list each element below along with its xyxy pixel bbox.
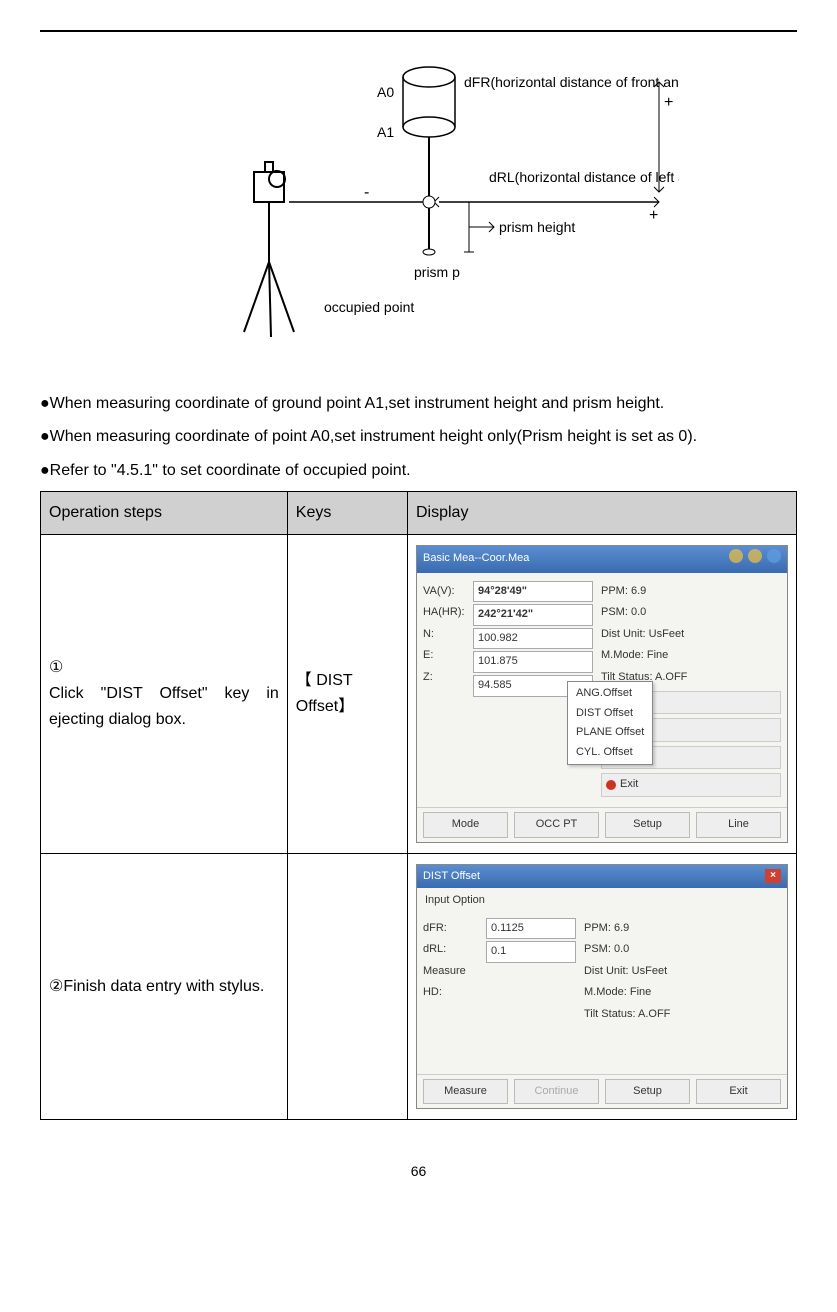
plane-offset-item[interactable]: PLANE Offset: [570, 723, 650, 743]
mode-button[interactable]: Mode: [423, 812, 508, 838]
display-1: Basic Mea--Coor.Mea VA(V): HA(HR): N: E:…: [407, 534, 796, 853]
op-step-1: ① Click "DIST Offset" key in ejecting di…: [41, 534, 288, 853]
screen-dist-offset: DIST Offset × Input Option dFR: dRL: Mea…: [416, 864, 788, 1110]
s2-ts-v: A.OFF: [638, 1008, 670, 1020]
s2-ppm-l: PPM:: [584, 922, 611, 934]
label-prism-height: prism height: [499, 219, 575, 235]
lbl-e: E:: [423, 647, 465, 665]
lbl-n: N:: [423, 626, 465, 644]
val-n: 100.982: [473, 628, 593, 650]
header-display: Display: [407, 492, 796, 535]
top-rule: [40, 30, 797, 32]
operation-table: Operation steps Keys Display ① Click "DI…: [40, 491, 797, 1120]
mm-l: M.Mode:: [601, 649, 644, 661]
display-2: DIST Offset × Input Option dFR: dRL: Mea…: [407, 853, 796, 1120]
lbl-hd: HD:: [423, 984, 478, 1002]
s2-ts-l: Tilt Status:: [584, 1008, 636, 1020]
close-icon[interactable]: ×: [765, 869, 781, 883]
cyl-offset-item[interactable]: CYL. Offset: [570, 743, 650, 763]
exit-button-2[interactable]: Exit: [696, 1079, 781, 1105]
s2-mm-v: Fine: [630, 986, 651, 998]
step-text-1: Click "DIST Offset" key in ejecting dial…: [49, 681, 279, 732]
bullet-1: ●When measuring coordinate of ground poi…: [40, 391, 797, 417]
page-number: 66: [40, 1160, 797, 1182]
bullet-3: ●Refer to "4.5.1" to set coordinate of o…: [40, 458, 797, 484]
s2-du-v: UsFeet: [632, 965, 667, 977]
psm-v: 0.0: [631, 606, 646, 618]
lbl-z: Z:: [423, 669, 465, 687]
val-e: 101.875: [473, 651, 593, 673]
exit-button[interactable]: Exit: [601, 773, 781, 797]
titlebar: Basic Mea--Coor.Mea: [417, 546, 787, 573]
titlebar-2: DIST Offset ×: [417, 865, 787, 889]
ang-offset-item[interactable]: ANG.Offset: [570, 684, 650, 704]
gear-icon[interactable]: [729, 549, 743, 563]
measure-button[interactable]: Measure: [423, 1079, 508, 1105]
offset-popup: ANG.Offset DIST Offset PLANE Offset CYL.…: [567, 681, 653, 765]
label-dfr: dFR(horizontal distance of front and bac…: [464, 74, 679, 90]
label-occupied: occupied point: [324, 299, 414, 315]
bluetooth-icon[interactable]: [767, 549, 781, 563]
label-a0: A0: [377, 84, 394, 100]
op-step-2: ②Finish data entry with stylus.: [41, 853, 288, 1120]
screen-coor-mea: Basic Mea--Coor.Mea VA(V): HA(HR): N: E:…: [416, 545, 788, 843]
s2-ppm-v: 6.9: [614, 922, 629, 934]
input-dfr[interactable]: 0.1125: [486, 918, 576, 940]
table-row: ②Finish data entry with stylus. DIST Off…: [41, 853, 797, 1120]
du-l: Dist Unit:: [601, 628, 646, 640]
lbl-dfr: dFR:: [423, 920, 478, 938]
titlebar-icons: [727, 549, 781, 570]
lbl-va: VA(V):: [423, 583, 465, 601]
ts-v: A.OFF: [655, 671, 687, 683]
setup-button-2[interactable]: Setup: [605, 1079, 690, 1105]
plus-2: +: [649, 207, 658, 224]
s2-mm-l: M.Mode:: [584, 986, 627, 998]
key-2: [287, 853, 407, 1120]
label-a1: A1: [377, 124, 394, 140]
header-keys: Keys: [287, 492, 407, 535]
mm-v: Fine: [647, 649, 668, 661]
offset-diagram: A0 A1 dFR(horizontal distance of front a…: [40, 52, 797, 361]
ppm-l: PPM:: [601, 585, 628, 597]
input-option-label: Input Option: [417, 888, 787, 910]
s2-psm-l: PSM:: [584, 943, 611, 955]
val-ha: 242°21'42": [473, 604, 593, 626]
plus-1: +: [664, 94, 673, 111]
lbl-meas: Measure: [423, 963, 478, 981]
header-operation: Operation steps: [41, 492, 288, 535]
label-drl: dRL(horizontal distance of left and righ…: [489, 169, 679, 185]
dist-offset-item[interactable]: DIST Offset: [570, 704, 650, 724]
exit-icon: [606, 780, 616, 790]
input-drl[interactable]: 0.1: [486, 941, 576, 963]
table-row: ① Click "DIST Offset" key in ejecting di…: [41, 534, 797, 853]
lbl-drl: dRL:: [423, 941, 478, 959]
key-1: 【 DIST Offset】: [287, 534, 407, 853]
val-va: 94°28'49": [473, 581, 593, 603]
bullet-2: ●When measuring coordinate of point A0,s…: [40, 424, 797, 450]
psm-l: PSM:: [601, 606, 628, 618]
title-text-2: DIST Offset: [423, 868, 480, 886]
bullet-notes: ●When measuring coordinate of ground poi…: [40, 391, 797, 484]
title-text: Basic Mea--Coor.Mea: [423, 550, 529, 568]
label-prism-p: prism p: [414, 264, 460, 280]
du-v: UsFeet: [649, 628, 684, 640]
lbl-ha: HA(HR):: [423, 604, 465, 622]
minus-sign: -: [364, 184, 369, 201]
s2-psm-v: 0.0: [614, 943, 629, 955]
step-num-1: ①: [49, 655, 279, 681]
setup-button[interactable]: Setup: [605, 812, 690, 838]
ppm-v: 6.9: [631, 585, 646, 597]
s2-du-l: Dist Unit:: [584, 965, 629, 977]
continue-button[interactable]: Continue: [514, 1079, 599, 1105]
gear2-icon[interactable]: [748, 549, 762, 563]
line-button[interactable]: Line: [696, 812, 781, 838]
occpt-button[interactable]: OCC PT: [514, 812, 599, 838]
